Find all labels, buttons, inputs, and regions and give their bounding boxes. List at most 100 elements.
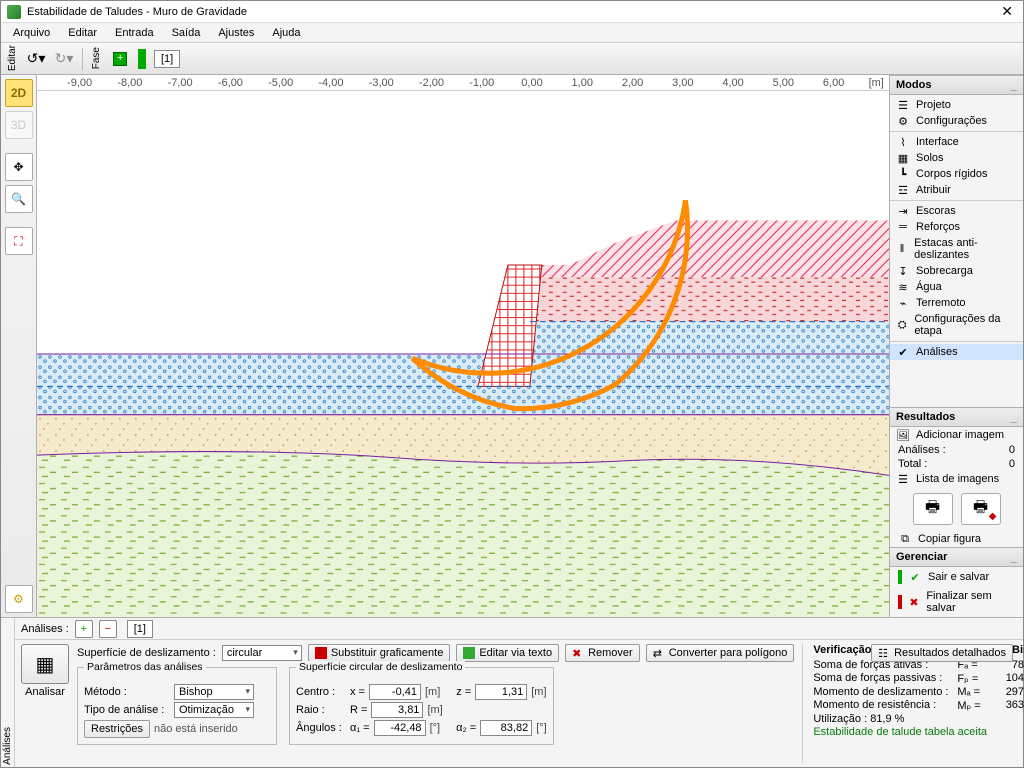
close-icon[interactable]: ✕ bbox=[997, 3, 1017, 20]
x-icon: ✖ bbox=[572, 647, 584, 659]
mode-item-corpos-r-gidos[interactable]: ┗Corpos rígidos bbox=[890, 166, 1023, 182]
collapse-icon[interactable]: _ bbox=[1010, 78, 1017, 92]
total-count: Total :0 bbox=[890, 457, 1023, 471]
mode-item-sobrecarga[interactable]: ↧ Sobrecarga bbox=[890, 263, 1023, 279]
mode-label: Interface bbox=[916, 136, 959, 148]
slip-surface-combo[interactable]: circular bbox=[222, 645, 302, 661]
menu-arquivo[interactable]: Arquivo bbox=[5, 25, 58, 41]
run-analysis-button[interactable]: ▦ bbox=[21, 644, 69, 684]
menu-ajuda[interactable]: Ajuda bbox=[264, 25, 308, 41]
mode-item-atribuir[interactable]: ☲ Atribuir bbox=[890, 182, 1023, 198]
print-color-button[interactable]: 🖶◆ bbox=[961, 493, 1001, 525]
add-phase-button[interactable]: + bbox=[108, 47, 132, 71]
menu-ajustes[interactable]: Ajustes bbox=[210, 25, 262, 41]
edit-text-button[interactable]: Editar via texto bbox=[456, 644, 559, 662]
edit-red-icon bbox=[315, 647, 327, 659]
collapse-icon[interactable]: _ bbox=[1010, 550, 1017, 564]
phase-button[interactable]: [1] bbox=[154, 50, 180, 68]
convert-icon: ⇄ bbox=[653, 647, 665, 659]
method-combo[interactable]: Bishop bbox=[174, 684, 254, 700]
mode-icon: ☰ bbox=[896, 99, 910, 111]
list-icon: ☰ bbox=[896, 473, 910, 485]
settings-gear-icon[interactable]: ⚙ bbox=[5, 585, 33, 613]
restrictions-button[interactable]: Restrições bbox=[84, 720, 150, 738]
replace-graphically-button[interactable]: Substituir graficamente bbox=[308, 644, 451, 662]
params-group: Parâmetros das análises Método : Bishop … bbox=[77, 667, 277, 745]
copy-figure-button[interactable]: ⧉ Copiar figura bbox=[890, 531, 1023, 547]
view-rail: 2D 3D ✥ 🔍 ⛶ ⚙ bbox=[1, 75, 37, 617]
ruler: -9,00 -8,00 -7,00 -6,00 -5,00 -4,00 -3,0… bbox=[37, 75, 889, 91]
mode-label: Terremoto bbox=[916, 297, 966, 309]
mode-label: Projeto bbox=[916, 99, 951, 111]
r-input[interactable]: 3,81 bbox=[371, 702, 423, 718]
convert-polygon-button[interactable]: ⇄Converter para polígono bbox=[646, 644, 795, 662]
menu-bar: Arquivo Editar Entrada Saída Ajustes Aju… bbox=[1, 23, 1023, 43]
bottom-panel: Análises Análises : + − [1] ▦ Analisar S… bbox=[1, 617, 1023, 767]
view-2d-button[interactable]: 2D bbox=[5, 79, 33, 107]
mode-item-configura-es[interactable]: ⚙Configurações bbox=[890, 113, 1023, 129]
undo-icon[interactable]: ↺▾ bbox=[24, 47, 48, 71]
menu-editar[interactable]: Editar bbox=[60, 25, 105, 41]
exit-nosave-button[interactable]: ✖ Finalizar sem salvar bbox=[890, 587, 1023, 617]
analyses-tab-label: Análises bbox=[0, 725, 15, 767]
mode-item-terremoto[interactable]: ⌁Terremoto bbox=[890, 295, 1023, 311]
fase-label: Fase bbox=[89, 45, 104, 71]
mode-label: Configurações bbox=[916, 115, 987, 127]
view-3d-button[interactable]: 3D bbox=[5, 111, 33, 139]
circle-group: Superfície circular de deslizamento Cent… bbox=[289, 667, 554, 745]
a2-input[interactable]: 83,82 bbox=[480, 720, 532, 736]
a1-input[interactable]: -42,48 bbox=[374, 720, 426, 736]
cross-icon: ✖ bbox=[908, 596, 921, 608]
pan-icon[interactable]: ✥ bbox=[5, 153, 33, 181]
mode-icon: ▦ bbox=[896, 152, 910, 164]
mode-item-an-lises[interactable]: ✔Análises bbox=[890, 344, 1023, 360]
save-exit-button[interactable]: ✔ Sair e salvar bbox=[890, 567, 1023, 587]
add-image-button[interactable]: 🖼 Adicionar imagem bbox=[890, 427, 1023, 443]
mode-item-solos[interactable]: ▦Solos bbox=[890, 150, 1023, 166]
copy-icon: ⧉ bbox=[898, 533, 912, 545]
zoom-icon[interactable]: 🔍 bbox=[5, 185, 33, 213]
pencil-icon bbox=[463, 647, 475, 659]
mode-item-projeto[interactable]: ☰ Projeto bbox=[890, 97, 1023, 113]
fit-icon[interactable]: ⛶ bbox=[5, 227, 33, 255]
z-input[interactable]: 1,31 bbox=[475, 684, 527, 700]
main-toolbar: Editar ↺▾ ↻▾ Fase + [1] bbox=[1, 43, 1023, 75]
mode-item-interface[interactable]: ⌇Interface bbox=[890, 134, 1023, 150]
remove-button[interactable]: ✖Remover bbox=[565, 644, 640, 662]
check-icon: ✔ bbox=[908, 571, 922, 583]
table-icon: ☷ bbox=[878, 647, 890, 659]
analyses-label: Análises : bbox=[21, 623, 69, 635]
detailed-results-button[interactable]: ☷ Resultados detalhados bbox=[871, 644, 1013, 662]
mode-label: Sobrecarga bbox=[916, 265, 973, 277]
mode-item-refor-os[interactable]: ═Reforços bbox=[890, 219, 1023, 235]
phase-indicator bbox=[138, 49, 146, 69]
mode-label: Escoras bbox=[916, 205, 956, 217]
analysis-type-combo[interactable]: Otimização bbox=[174, 702, 254, 718]
mode-icon: ┗ bbox=[896, 168, 910, 180]
analyses-count: Análises :0 bbox=[890, 443, 1023, 457]
redo-icon[interactable]: ↻▾ bbox=[52, 47, 76, 71]
mode-label: Atribuir bbox=[916, 184, 951, 196]
print-button[interactable]: 🖶 bbox=[913, 493, 953, 525]
mode-item-estacas-anti-deslizantes[interactable]: ‖Estacas anti-deslizantes bbox=[890, 235, 1023, 263]
mode-icon: ☲ bbox=[896, 184, 910, 196]
mode-label: Estacas anti-deslizantes bbox=[914, 237, 1017, 261]
mode-icon: ⛭ bbox=[896, 319, 908, 331]
remove-analysis-button[interactable]: − bbox=[99, 620, 117, 638]
mode-tree: ☰Projeto⚙Configurações⌇Interface▦Solos┗C… bbox=[890, 95, 1023, 362]
mode-icon: ≋ bbox=[896, 281, 910, 293]
image-list-button[interactable]: ☰ Lista de imagens bbox=[890, 471, 1023, 487]
add-analysis-button[interactable]: + bbox=[75, 620, 93, 638]
menu-entrada[interactable]: Entrada bbox=[107, 25, 162, 41]
x-input[interactable]: -0,41 bbox=[369, 684, 421, 700]
analysis-index-button[interactable]: [1] bbox=[127, 620, 153, 638]
mode-item-configura-es-da-etapa[interactable]: ⛭Configurações da etapa bbox=[890, 311, 1023, 339]
drawing-canvas[interactable] bbox=[37, 91, 889, 617]
mode-item--gua[interactable]: ≋Água bbox=[890, 279, 1023, 295]
menu-saida[interactable]: Saída bbox=[164, 25, 209, 41]
mode-icon: ↧ bbox=[896, 265, 910, 277]
mode-item-escoras[interactable]: ⇥Escoras bbox=[890, 203, 1023, 219]
window-title: Estabilidade de Taludes - Muro de Gravid… bbox=[27, 6, 997, 18]
collapse-icon[interactable]: _ bbox=[1010, 410, 1017, 424]
app-icon bbox=[7, 5, 21, 19]
